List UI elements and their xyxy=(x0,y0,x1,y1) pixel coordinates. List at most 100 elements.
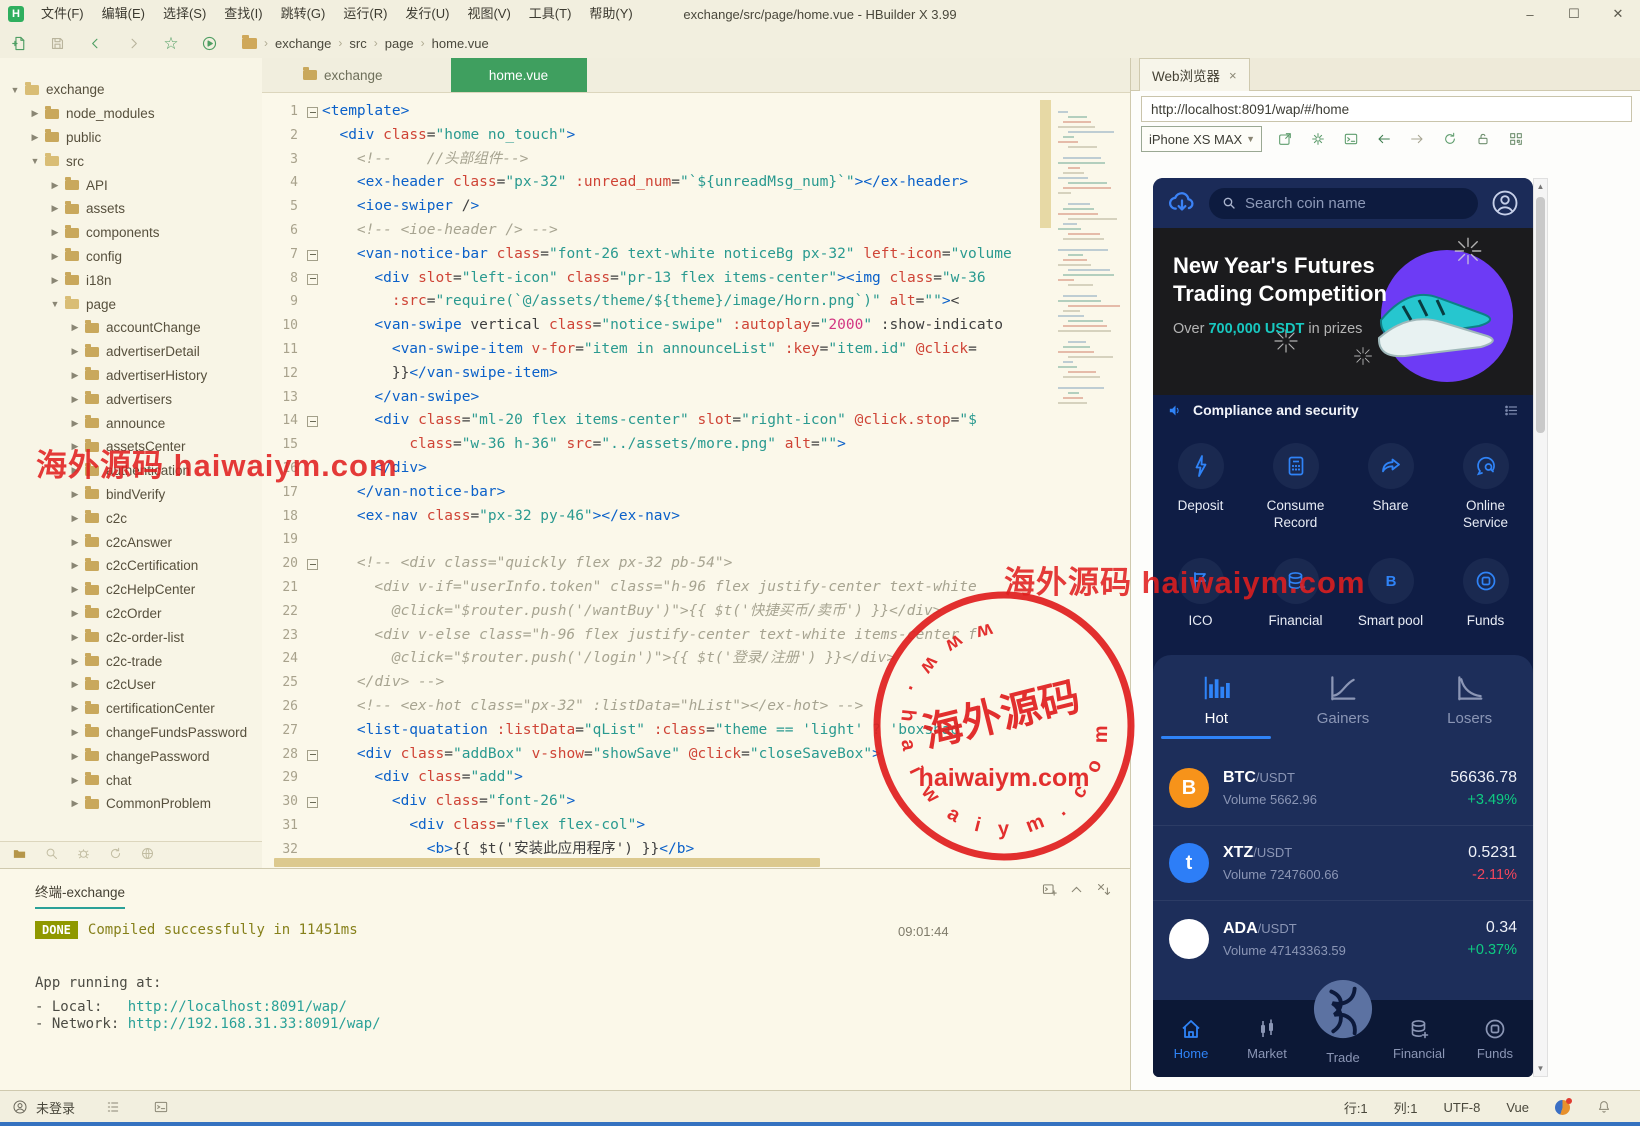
fold-marker-icon[interactable] xyxy=(307,559,318,571)
cloud-download-icon[interactable] xyxy=(1167,188,1197,218)
nav-back-icon[interactable] xyxy=(1374,129,1394,149)
code-line[interactable]: 28 <div class="addBox" v-show="showSave"… xyxy=(262,743,1130,767)
menu-item[interactable]: 文件(F) xyxy=(32,0,93,28)
tree-item-certificationCenter[interactable]: ▶ certificationCenter xyxy=(0,697,262,721)
code-line[interactable]: 14 <div class="ml-20 flex items-center" … xyxy=(262,409,1130,433)
run-icon[interactable] xyxy=(198,32,220,54)
tree-item-chat[interactable]: ▶ chat xyxy=(0,768,262,792)
code-line[interactable]: 25 </div> --> xyxy=(262,671,1130,695)
breadcrumb-item[interactable]: src xyxy=(349,36,366,51)
cursor-column[interactable]: 列:1 xyxy=(1394,1098,1418,1117)
code-line[interactable]: 13 </van-swipe> xyxy=(262,386,1130,410)
terminal-tab[interactable]: 终端-exchange xyxy=(35,881,126,909)
maximize-button[interactable]: ☐ xyxy=(1552,0,1596,28)
code-area[interactable]: 1 <template> 2 <div class="home no_touch">… xyxy=(262,92,1130,856)
tree-item-API[interactable]: ▶ API xyxy=(0,173,262,197)
chevron-right-icon[interactable]: ▶ xyxy=(28,132,42,143)
forward-icon[interactable] xyxy=(122,32,144,54)
fold-marker-icon[interactable] xyxy=(307,273,318,285)
chevron-right-icon[interactable]: ▶ xyxy=(48,275,62,286)
tree-item-bindVerify[interactable]: ▶ bindVerify xyxy=(0,483,262,507)
chevron-right-icon[interactable]: ▶ xyxy=(68,346,82,357)
chevron-right-icon[interactable]: ▶ xyxy=(48,227,62,238)
user-icon[interactable] xyxy=(12,1099,28,1115)
plugins-view-icon[interactable] xyxy=(140,846,160,864)
menu-item[interactable]: 跳转(G) xyxy=(272,0,335,28)
chevron-right-icon[interactable]: ▶ xyxy=(68,656,82,667)
tree-item-c2c-trade[interactable]: ▶ c2c-trade xyxy=(0,649,262,673)
new-file-icon[interactable] xyxy=(8,32,30,54)
code-line[interactable]: 2 <div class="home no_touch"> xyxy=(262,124,1130,148)
active-file-tab[interactable]: home.vue xyxy=(450,58,587,92)
editor-vertical-scrollbar[interactable] xyxy=(1040,100,1051,228)
code-line[interactable]: 12 }}</van-swipe-item> xyxy=(262,362,1130,386)
code-line[interactable]: 15 class="w-36 h-36" src="../assets/more… xyxy=(262,433,1130,457)
chevron-down-icon[interactable]: ▼ xyxy=(28,156,42,166)
code-line[interactable]: 26 <!-- <ex-hot class="px-32" :listData=… xyxy=(262,695,1130,719)
chevron-right-icon[interactable]: ▶ xyxy=(68,703,82,714)
browser-tab[interactable]: Web浏览器 × xyxy=(1139,58,1250,91)
minimap[interactable] xyxy=(1040,96,1128,856)
open-external-icon[interactable] xyxy=(1275,129,1295,149)
menu-item[interactable]: 选择(S) xyxy=(154,0,215,28)
tree-item-src[interactable]: ▼ src xyxy=(0,149,262,173)
minimize-button[interactable]: – xyxy=(1508,0,1552,28)
chevron-right-icon[interactable]: ▶ xyxy=(28,108,42,119)
chevron-right-icon[interactable]: ▶ xyxy=(68,584,82,595)
code-line[interactable]: 17 </van-notice-bar> xyxy=(262,481,1130,505)
fold-marker-icon[interactable] xyxy=(307,749,318,761)
console-icon[interactable] xyxy=(1341,129,1361,149)
chevron-right-icon[interactable]: ▶ xyxy=(68,465,82,476)
menu-item[interactable]: 查找(I) xyxy=(215,0,271,28)
collapse-panel-icon[interactable] xyxy=(1068,881,1085,898)
terminal-toggle-icon[interactable] xyxy=(153,1099,171,1115)
quick-action-share[interactable]: Share xyxy=(1343,443,1438,558)
chevron-right-icon[interactable]: ▶ xyxy=(68,322,82,333)
nav-market[interactable]: Market xyxy=(1229,1000,1305,1077)
tab-losers[interactable]: Losers xyxy=(1406,673,1533,739)
preview-scrollbar[interactable]: ▲ ▼ xyxy=(1533,178,1548,1077)
profile-avatar-icon[interactable] xyxy=(1490,188,1520,218)
device-select[interactable]: iPhone XS MAX ▼ xyxy=(1141,126,1262,152)
chevron-right-icon[interactable]: ▶ xyxy=(68,489,82,500)
editor-horizontal-scrollbar[interactable] xyxy=(274,858,820,867)
tree-item-assetsCenter[interactable]: ▶ assetsCenter xyxy=(0,435,262,459)
tree-item-node_modules[interactable]: ▶ node_modules xyxy=(0,102,262,126)
lock-icon[interactable] xyxy=(1473,129,1493,149)
notice-list-icon[interactable] xyxy=(1503,402,1520,419)
encoding[interactable]: UTF-8 xyxy=(1444,1100,1481,1115)
tree-item-c2c[interactable]: ▶ c2c xyxy=(0,506,262,530)
code-line[interactable]: 30 <div class="font-26"> xyxy=(262,790,1130,814)
chevron-right-icon[interactable]: ▶ xyxy=(68,441,82,452)
code-line[interactable]: 10 <van-swipe vertical class="notice-swi… xyxy=(262,314,1130,338)
menu-item[interactable]: 工具(T) xyxy=(520,0,581,28)
breadcrumb-item[interactable]: page xyxy=(385,36,414,51)
chevron-right-icon[interactable]: ▶ xyxy=(68,560,82,571)
breadcrumb-item[interactable]: home.vue xyxy=(432,36,489,51)
chevron-right-icon[interactable]: ▶ xyxy=(48,203,62,214)
qr-code-icon[interactable] xyxy=(1506,129,1526,149)
find-view-icon[interactable] xyxy=(44,846,64,864)
outline-icon[interactable] xyxy=(105,1099,123,1115)
chevron-down-icon[interactable]: ▼ xyxy=(48,299,62,309)
project-tab[interactable]: exchange xyxy=(300,67,383,83)
tab-hot[interactable]: Hot xyxy=(1153,673,1280,739)
local-url-link[interactable]: http://localhost:8091/wap/ xyxy=(128,999,347,1015)
scroll-up-icon[interactable]: ▲ xyxy=(1534,182,1547,191)
close-icon[interactable]: × xyxy=(1229,68,1237,83)
settings-gear-icon[interactable] xyxy=(1308,129,1328,149)
refresh-icon[interactable] xyxy=(1440,129,1460,149)
notice-bar[interactable]: Compliance and security xyxy=(1153,395,1533,425)
address-bar[interactable]: http://localhost:8091/wap/#/home xyxy=(1141,96,1632,122)
tree-item-page[interactable]: ▼ page xyxy=(0,292,262,316)
chevron-right-icon[interactable]: ▶ xyxy=(68,370,82,381)
quick-action-deposit[interactable]: Deposit xyxy=(1153,443,1248,558)
breadcrumb-item[interactable]: exchange xyxy=(275,36,331,51)
code-line[interactable]: 32 <b>{{ $t('安装此应用程序') }}</b> xyxy=(262,838,1130,856)
code-line[interactable]: 31 <div class="flex flex-col"> xyxy=(262,814,1130,838)
tab-gainers[interactable]: Gainers xyxy=(1280,673,1407,739)
scroll-down-icon[interactable]: ▼ xyxy=(1534,1064,1547,1073)
quick-action-financial[interactable]: Financial xyxy=(1248,557,1343,656)
tree-item-c2cUser[interactable]: ▶ c2cUser xyxy=(0,673,262,697)
language-mode[interactable]: Vue xyxy=(1506,1100,1529,1115)
